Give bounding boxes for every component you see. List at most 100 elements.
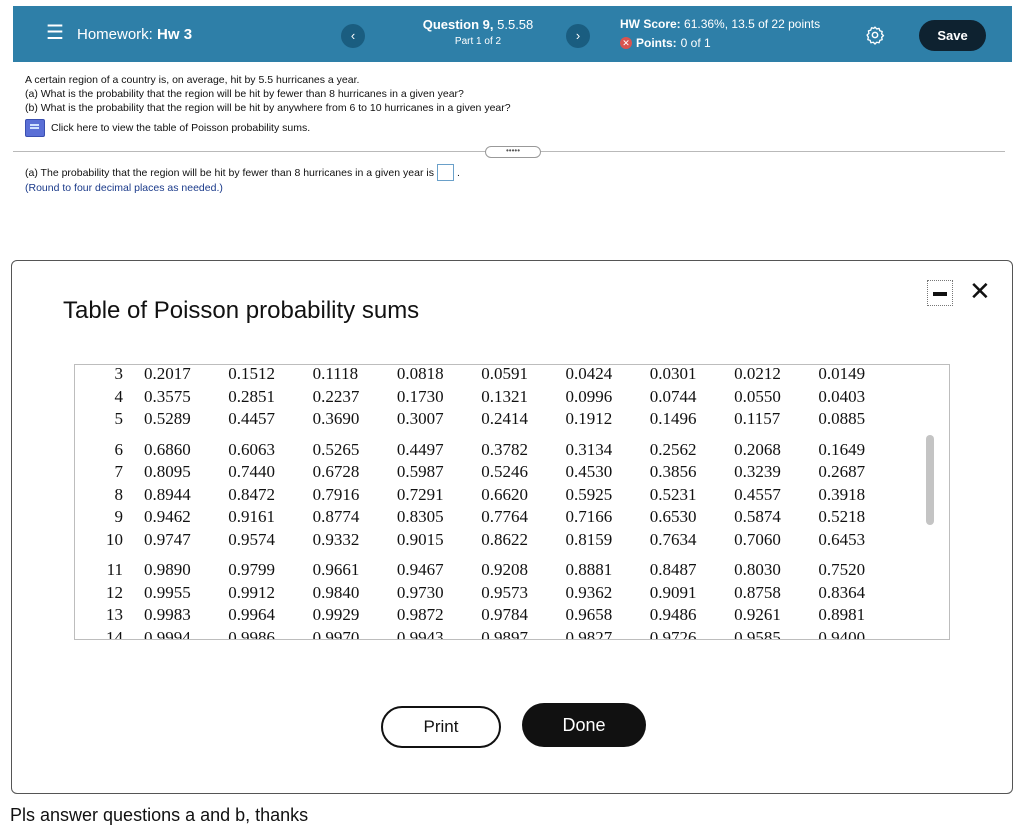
question-line-3: (b) What is the probability that the reg… bbox=[25, 102, 511, 114]
table-row-k: 8 bbox=[114, 484, 124, 504]
table-cell: 0.0996 bbox=[565, 386, 613, 406]
table-cell: 0.3690 bbox=[312, 409, 360, 428]
table-cell: 0.9015 bbox=[396, 529, 444, 549]
answer-input[interactable] bbox=[436, 164, 454, 181]
question-line-1: A certain region of a country is, on ave… bbox=[25, 74, 360, 86]
table-cell: 0.3782 bbox=[481, 439, 528, 459]
question-title: Question 9, 5.5.58 bbox=[393, 17, 563, 32]
save-button[interactable]: Save bbox=[919, 20, 986, 51]
hw-score: HW Score: 61.36%, 13.5 of 22 points bbox=[620, 17, 820, 31]
table-cell: 0.9661 bbox=[312, 560, 360, 579]
table-cell: 0.7060 bbox=[734, 529, 781, 549]
table-cell: 0.9726 bbox=[649, 627, 697, 640]
top-header-bar: ☰ Homework: Hw 3 ‹ Question 9, 5.5.58 Pa… bbox=[13, 6, 1012, 62]
table-cell: 0.9840 bbox=[312, 582, 360, 602]
table-cell: 0.0818 bbox=[396, 364, 444, 383]
table-cell: 0.9462 bbox=[144, 507, 191, 526]
table-cell: 0.8472 bbox=[228, 484, 276, 504]
table-cell: 0.7764 bbox=[481, 507, 528, 526]
table-row: 6 0.6860 0.6063 0.5265 0.4497 0.3782 0.3134 0.2… bbox=[75, 431, 903, 462]
poisson-table-link[interactable]: Click here to view the table of Poisson … bbox=[25, 119, 511, 137]
table-row: 13 0.9983 0.9964 0.9929 0.9872 0.9784 0.9658 0.… bbox=[75, 604, 903, 627]
table-cell: 0.8487 bbox=[649, 560, 697, 579]
homework-title: Homework: Hw 3 bbox=[77, 26, 192, 43]
table-cell: 0.6860 bbox=[144, 439, 191, 459]
close-icon[interactable]: ✕ bbox=[969, 276, 991, 306]
table-cell: 0.6063 bbox=[228, 439, 276, 459]
table-row-k: 13 bbox=[106, 605, 123, 624]
table-cell: 0.9747 bbox=[144, 529, 191, 549]
table-cell: 0.5987 bbox=[396, 462, 444, 481]
table-cell: 0.2017 bbox=[144, 364, 191, 383]
table-cell: 0.8944 bbox=[144, 484, 191, 504]
table-cell: 0.5231 bbox=[649, 484, 697, 504]
table-cell: 0.9964 bbox=[228, 605, 276, 624]
table-cell: 0.1649 bbox=[818, 439, 866, 459]
minimize-icon[interactable] bbox=[927, 280, 953, 306]
table-cell: 0.9983 bbox=[144, 605, 191, 624]
next-question-button[interactable]: › bbox=[566, 24, 590, 48]
table-cell: 0.3856 bbox=[649, 462, 697, 481]
table-cell: 0.0424 bbox=[565, 364, 613, 383]
table-cell: 0.9400 bbox=[818, 627, 866, 640]
table-cell: 0.0403 bbox=[818, 386, 866, 406]
table-cell: 0.7634 bbox=[649, 529, 697, 549]
table-cell: 0.9784 bbox=[481, 605, 528, 624]
table-cell: 0.9955 bbox=[144, 582, 191, 602]
question-part: Part 1 of 2 bbox=[454, 36, 502, 47]
table-cell: 0.9362 bbox=[565, 582, 613, 602]
table-row: 10 0.9747 0.9574 0.9332 0.9015 0.8622 0.8159 0.… bbox=[75, 529, 903, 552]
table-cell: 0.5289 bbox=[144, 409, 191, 428]
poisson-table-link-text[interactable]: Click here to view the table of Poisson … bbox=[51, 121, 310, 135]
table-cell: 0.2068 bbox=[734, 439, 781, 459]
table-cell: 0.2687 bbox=[818, 462, 866, 481]
table-row-k: 5 bbox=[114, 409, 124, 428]
table-cell: 0.0744 bbox=[649, 386, 697, 406]
table-cell: 0.9929 bbox=[312, 605, 360, 624]
table-cell: 0.1730 bbox=[396, 386, 444, 406]
table-cell: 0.9208 bbox=[481, 560, 528, 579]
table-cell: 0.4557 bbox=[734, 484, 781, 504]
table-cell: 0.1118 bbox=[312, 364, 359, 383]
table-cell: 0.9872 bbox=[396, 605, 444, 624]
table-row-k: 14 bbox=[106, 627, 123, 640]
homework-prefix: Homework: bbox=[77, 26, 153, 43]
settings-gear-icon[interactable] bbox=[865, 25, 885, 45]
table-cell: 0.5874 bbox=[734, 507, 781, 526]
question-number: 5.5.58 bbox=[497, 17, 534, 32]
table-cell: 0.9970 bbox=[312, 627, 360, 640]
table-cell: 0.1157 bbox=[734, 409, 781, 428]
table-cell: 0.7440 bbox=[228, 462, 276, 481]
table-cell: 0.8364 bbox=[818, 582, 866, 602]
homework-name: Hw 3 bbox=[157, 26, 193, 43]
table-cell: 0.3239 bbox=[734, 462, 781, 481]
table-cell: 0.0550 bbox=[734, 386, 781, 406]
book-icon bbox=[25, 119, 45, 137]
hw-score-value: 61.36%, 13.5 of 22 points bbox=[684, 17, 821, 31]
done-button[interactable]: Done bbox=[522, 703, 646, 747]
table-cell: 0.8881 bbox=[565, 560, 613, 579]
table-cell: 0.5265 bbox=[312, 439, 360, 459]
table-cell: 0.9897 bbox=[481, 627, 528, 640]
table-cell: 0.0301 bbox=[649, 364, 697, 383]
table-cell: 0.5246 bbox=[481, 462, 528, 481]
table-cell: 0.2237 bbox=[312, 386, 360, 406]
table-cell: 0.6728 bbox=[312, 462, 360, 481]
menu-icon[interactable]: ☰ bbox=[46, 23, 64, 43]
table-row: 3 0.2017 0.1512 0.1118 0.0818 0.0591 0.0424 0.0… bbox=[75, 364, 903, 386]
chevron-left-icon: ‹ bbox=[350, 28, 356, 43]
table-cell: 0.0212 bbox=[734, 364, 781, 383]
table-row: 7 0.8095 0.7440 0.6728 0.5987 0.5246 0.4530 0.3… bbox=[75, 461, 903, 484]
table-cell: 0.3918 bbox=[818, 484, 866, 504]
hw-score-label: HW Score: bbox=[620, 17, 681, 31]
table-cell: 0.9994 bbox=[144, 627, 191, 640]
table-cell: 0.6530 bbox=[649, 507, 697, 526]
resize-handle[interactable]: ••••• bbox=[485, 146, 541, 158]
table-cell: 0.9730 bbox=[396, 582, 444, 602]
table-cell: 0.9943 bbox=[396, 627, 444, 640]
scrollbar-thumb[interactable] bbox=[926, 435, 934, 525]
previous-question-button[interactable]: ‹ bbox=[341, 24, 365, 48]
table-cell: 0.9827 bbox=[565, 627, 613, 640]
poisson-table-scroll-area[interactable]: 3 0.2017 0.1512 0.1118 0.0818 0.0591 0.0424 0.0… bbox=[74, 364, 950, 640]
print-button[interactable]: Print bbox=[381, 706, 501, 748]
